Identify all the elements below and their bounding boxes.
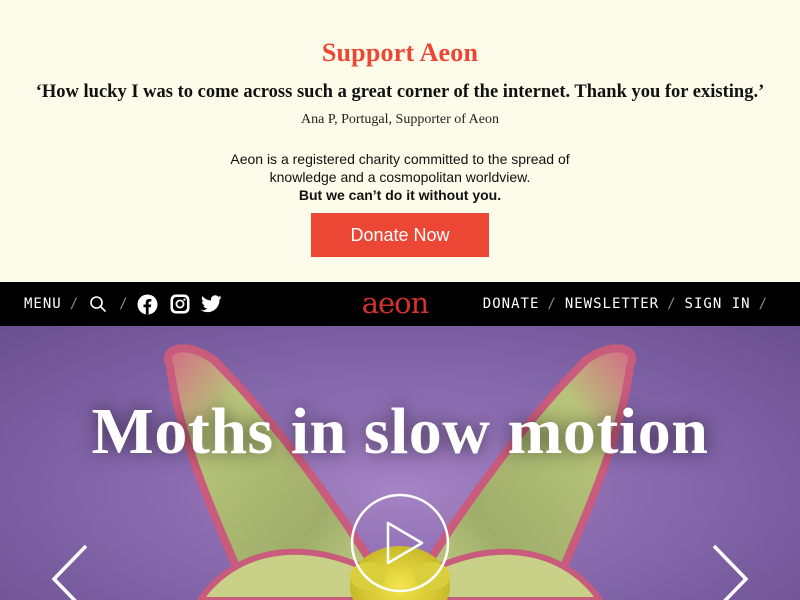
chevron-left-icon[interactable]: [50, 544, 90, 600]
hero-title: Moths in slow motion: [91, 395, 709, 468]
chevron-right-icon[interactable]: [710, 544, 750, 600]
donate-now-button[interactable]: Donate Now: [311, 213, 489, 257]
twitter-icon[interactable]: [201, 293, 223, 315]
donate-link[interactable]: DONATE: [483, 296, 540, 312]
nav-separator: /: [547, 296, 557, 312]
facebook-icon[interactable]: [137, 293, 159, 315]
nav-separator: /: [667, 296, 677, 312]
top-navbar: MENU / / aeon DONATE / NEWSLETTER / SIGN…: [0, 282, 800, 326]
quote-attribution: Ana P, Portugal, Supporter of Aeon: [301, 112, 499, 127]
supporter-quote: ‘How lucky I was to come across such a g…: [35, 82, 765, 102]
support-description: Aeon is a registered charity committed t…: [200, 150, 600, 204]
support-description-line: knowledge and a cosmopolitan worldview.: [269, 169, 531, 185]
sign-in-link[interactable]: SIGN IN: [685, 296, 751, 312]
nav-separator: /: [119, 296, 129, 312]
nav-left-group: MENU / /: [24, 282, 233, 326]
support-title: Support Aeon: [321, 38, 479, 67]
aeon-logo[interactable]: aeon: [357, 288, 433, 320]
nav-separator: /: [69, 296, 80, 312]
hero-video[interactable]: Moths in slow motion: [0, 326, 800, 600]
nav-separator: /: [758, 296, 768, 312]
nav-right-group: DONATE / NEWSLETTER / SIGN IN /: [483, 282, 768, 326]
search-icon[interactable]: [87, 293, 109, 315]
play-icon[interactable]: [350, 493, 450, 593]
support-banner: Support Aeon ‘How lucky I was to come ac…: [0, 0, 800, 282]
support-description-emphasis: But we can’t do it without you.: [298, 187, 502, 203]
support-description-line: Aeon is a registered charity committed t…: [230, 151, 570, 167]
instagram-icon[interactable]: [169, 293, 191, 315]
newsletter-link[interactable]: NEWSLETTER: [565, 296, 659, 312]
menu-link[interactable]: MENU: [24, 296, 62, 312]
